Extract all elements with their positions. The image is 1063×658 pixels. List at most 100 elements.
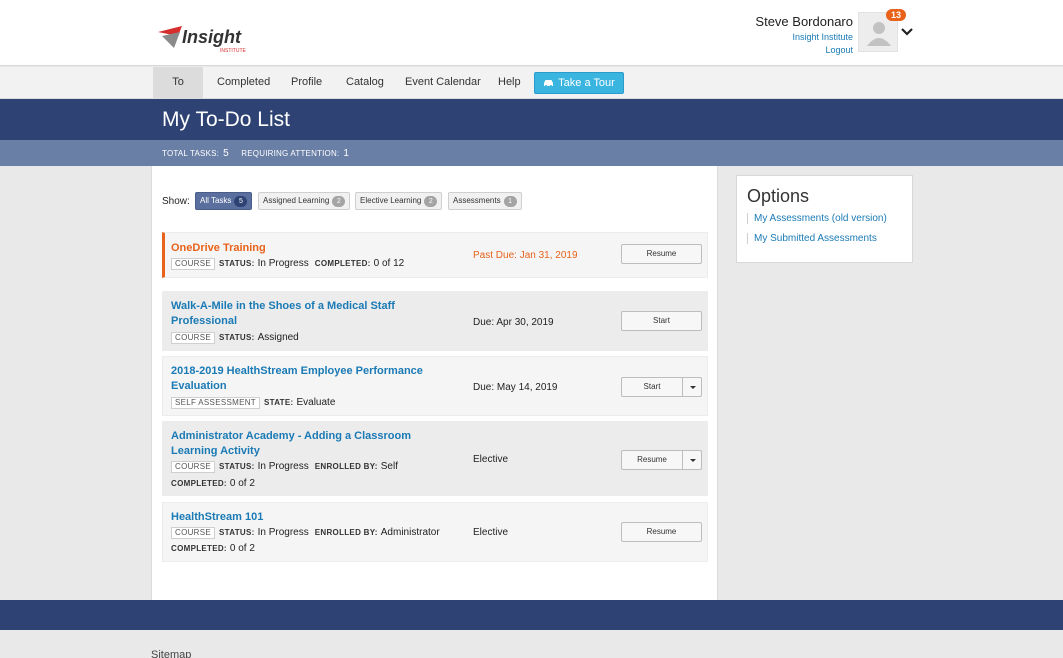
caret-down-icon [690, 459, 696, 462]
task-due-date: Due: Apr 30, 2019 [473, 317, 554, 328]
meta-label: COMPLETED: [314, 259, 371, 268]
start-split-button: Start [621, 377, 702, 397]
logout-link[interactable]: Logout [755, 45, 853, 55]
meta-value: 0 of 12 [373, 258, 405, 269]
resume-button[interactable]: Resume [621, 244, 702, 264]
take-tour-button[interactable]: Take a Tour [534, 72, 624, 94]
nav-item-completed[interactable]: Completed [205, 67, 282, 98]
meta-value: 0 of 2 [229, 478, 255, 489]
nav-item-catalog[interactable]: Catalog [334, 67, 396, 98]
resume-button[interactable]: Resume [621, 522, 702, 542]
task-item: Administrator Academy - Adding a Classro… [162, 421, 708, 496]
start-button[interactable]: Start [621, 311, 702, 331]
take-tour-label: Take a Tour [558, 77, 615, 89]
nav-item-todo[interactable]: To Do [153, 67, 203, 119]
filter-count: 2 [332, 196, 346, 207]
filter-assigned-learning[interactable]: Assigned Learning 2 [258, 192, 351, 210]
filter-elective-learning[interactable]: Elective Learning 2 [355, 192, 443, 210]
main-nav: To Do Completed Profile Catalog Event Ca… [0, 67, 1063, 119]
meta-value: Evaluate [296, 397, 336, 408]
meta-value: Assigned [257, 332, 299, 343]
user-name: Steve Bordonaro [755, 14, 853, 29]
caret-down-icon [690, 386, 696, 389]
filter-assessments[interactable]: Assessments 1 [448, 192, 522, 210]
title-band: My To-Do List [0, 99, 1063, 140]
org-link[interactable]: Insight Institute [755, 32, 853, 42]
meta-value: 0 of 2 [229, 543, 255, 554]
options-title: Options [747, 186, 810, 206]
stats-band: TOTAL TASKS: 5 REQUIRING ATTENTION: 1 [0, 140, 1063, 166]
task-type-tag: COURSE [171, 527, 216, 539]
task-meta-completed: COMPLETED: 0 of 2 [171, 543, 261, 554]
task-title[interactable]: OneDrive Training [171, 241, 431, 256]
meta-label: STATUS: [219, 462, 255, 471]
filter-count: 2 [424, 196, 438, 207]
meta-value: In Progress [257, 258, 309, 269]
task-type-tag: COURSE [171, 332, 216, 344]
filter-label: Assessments [453, 196, 501, 205]
sitemap-link[interactable]: Sitemap [151, 649, 191, 658]
show-label: Show: [162, 196, 190, 207]
meta-label: COMPLETED: [171, 544, 227, 553]
filter-count: 5 [234, 196, 248, 207]
resume-button[interactable]: Resume [622, 451, 682, 469]
task-type-tag: COURSE [171, 258, 216, 270]
my-assessments-old-link[interactable]: My Assessments (old version) [747, 213, 887, 224]
my-submitted-assessments-link[interactable]: My Submitted Assessments [747, 233, 877, 244]
meta-label: STATE: [263, 398, 294, 407]
filter-all-tasks[interactable]: All Tasks 5 [195, 192, 253, 210]
task-meta: COURSE STATUS: Assigned [171, 332, 305, 344]
task-title[interactable]: Administrator Academy - Adding a Classro… [171, 429, 431, 459]
options-panel: Options My Assessments (old version) My … [736, 175, 913, 263]
task-item: Walk-A-Mile in the Shoes of a Medical St… [162, 291, 708, 351]
task-title[interactable]: HealthStream 101 [171, 510, 431, 525]
task-title[interactable]: Walk-A-Mile in the Shoes of a Medical St… [171, 299, 431, 329]
chevron-down-icon[interactable] [901, 27, 913, 37]
task-stats: TOTAL TASKS: 5 REQUIRING ATTENTION: 1 [162, 148, 359, 159]
attention-value: 1 [343, 148, 350, 159]
logo-wordmark: Insight [182, 27, 242, 47]
user-block: Steve Bordonaro Insight Institute Logout [755, 14, 853, 55]
meta-label: STATUS: [219, 259, 255, 268]
meta-label: STATUS: [219, 333, 255, 342]
dropdown-toggle[interactable] [682, 378, 701, 396]
nav-item-profile[interactable]: Profile [279, 67, 334, 98]
notification-badge[interactable]: 13 [886, 9, 907, 21]
filter-count: 1 [503, 196, 517, 207]
task-meta: COURSE STATUS: In Progress COMPLETED: 0 of 1… [171, 258, 410, 270]
task-item: 2018-2019 HealthStream Employee Performa… [162, 356, 708, 416]
meta-value: Administrator [380, 527, 440, 538]
task-due-date: Elective [473, 527, 509, 538]
task-meta: SELF ASSESSMENT STATE: Evaluate [171, 397, 341, 409]
task-type-tag: SELF ASSESSMENT [171, 397, 260, 409]
task-due-date: Past Due: Jan 31, 2019 [473, 250, 578, 261]
top-bar: Insight INSTITUTE Steve Bordonaro Insigh… [0, 0, 1063, 66]
filter-label: Elective Learning [360, 196, 422, 205]
total-tasks-value: 5 [223, 148, 229, 159]
task-item: OneDrive Training COURSE STATUS: In Progre… [162, 232, 708, 278]
task-list-panel: Show: All Tasks 5 Assigned Learning 2 Elec… [151, 166, 718, 600]
task-meta-completed: COMPLETED: 0 of 2 [171, 478, 261, 489]
start-button[interactable]: Start [622, 378, 682, 396]
task-due-date: Elective [473, 454, 509, 465]
nav-item-help[interactable]: Help [486, 67, 533, 98]
filter-label: All Tasks [200, 196, 232, 205]
meta-value: In Progress [257, 527, 309, 538]
task-item: HealthStream 101 COURSE STATUS: In Progres… [162, 502, 708, 562]
insight-logo[interactable]: Insight INSTITUTE [158, 18, 248, 58]
task-meta: COURSE STATUS: In Progress ENROLLED BY: Admi… [171, 527, 446, 539]
task-title[interactable]: 2018-2019 HealthStream Employee Performa… [171, 364, 431, 394]
dropdown-toggle[interactable] [682, 451, 701, 469]
page-title: My To-Do List [162, 108, 290, 131]
attention-label: REQUIRING ATTENTION: [241, 149, 340, 158]
task-meta: COURSE STATUS: In Progress ENROLLED BY: Self [171, 461, 404, 473]
meta-value: In Progress [257, 461, 309, 472]
meta-value: Self [380, 461, 398, 472]
logo-subtext: INSTITUTE [220, 48, 246, 54]
filter-label: Assigned Learning [263, 196, 330, 205]
nav-item-event-calendar[interactable]: Event Calendar [393, 67, 493, 98]
task-type-tag: COURSE [171, 461, 216, 473]
total-tasks-label: TOTAL TASKS: [162, 149, 220, 158]
meta-label: STATUS: [219, 528, 255, 537]
car-icon [544, 80, 554, 88]
